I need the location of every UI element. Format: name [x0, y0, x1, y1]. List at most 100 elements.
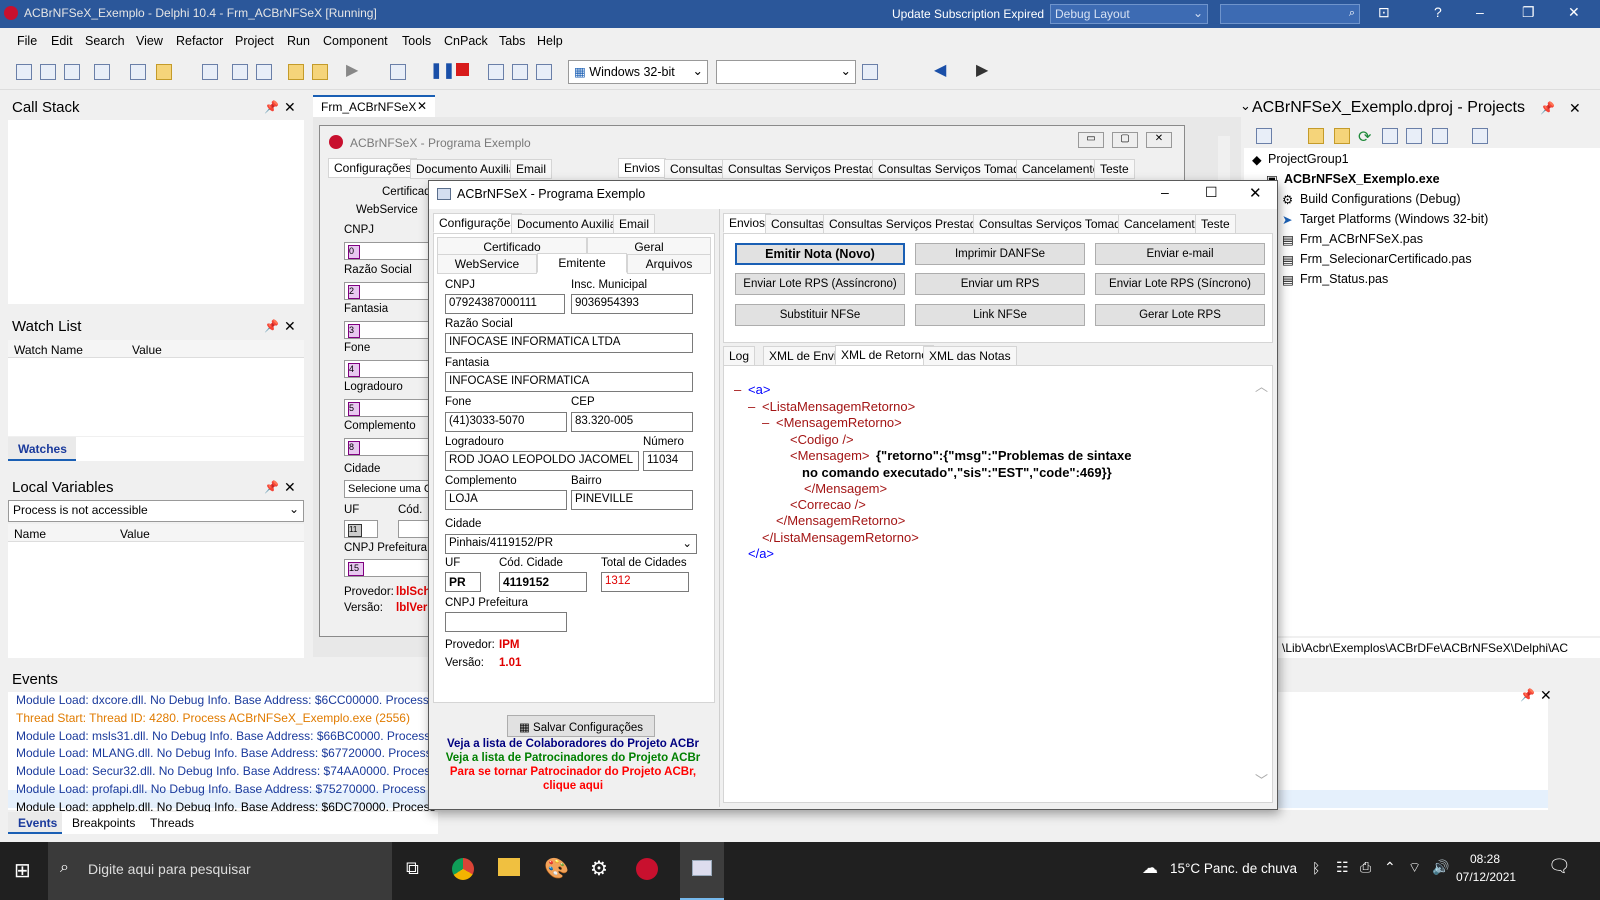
- chrome-icon[interactable]: [452, 858, 474, 880]
- wifi-icon[interactable]: ⌔: [1408, 859, 1421, 877]
- save-config-button[interactable]: ▦ Salvar Configurações: [507, 715, 655, 737]
- designer-tab-prestados[interactable]: Consultas Serviços Prestados: [722, 159, 895, 179]
- new-form-icon[interactable]: [130, 64, 146, 80]
- tab-configuracoes[interactable]: Configurações: [433, 213, 523, 233]
- printer-icon[interactable]: ⎙: [1360, 859, 1371, 876]
- menu-edit[interactable]: Edit: [51, 34, 73, 48]
- designer-fone-edit[interactable]: 4: [344, 360, 434, 378]
- close-icon[interactable]: ✕: [1569, 100, 1581, 117]
- step-over-icon[interactable]: [512, 64, 528, 80]
- close-icon[interactable]: ✕: [284, 318, 296, 335]
- ide-insight-icon[interactable]: ⊡: [1378, 4, 1390, 21]
- menu-run[interactable]: Run: [287, 34, 310, 48]
- menu-view[interactable]: View: [136, 34, 163, 48]
- cnpj-field[interactable]: 07924387000111: [445, 294, 565, 314]
- pin-icon[interactable]: 📌: [264, 100, 279, 114]
- uf-field[interactable]: PR: [445, 572, 481, 592]
- xml-retorno-viewer[interactable]: ︿ ﹀ – <a> – <ListaMensagemRetorno> – <Me…: [723, 365, 1273, 803]
- tab-consultas-prestados[interactable]: Consultas Serviços Prestados: [823, 214, 996, 234]
- enviar-um-rps-button[interactable]: Enviar um RPS: [915, 273, 1085, 295]
- volume-icon[interactable]: 🔊: [1432, 859, 1449, 876]
- col-watch-name[interactable]: Watch Name: [14, 343, 83, 357]
- link-nfse-button[interactable]: Link NFSe: [915, 304, 1085, 326]
- designer-uf-edit[interactable]: 11: [344, 520, 378, 538]
- new-icon[interactable]: [16, 64, 32, 80]
- tree-item-build-config[interactable]: Build Configurations (Debug): [1300, 192, 1461, 206]
- project-exe[interactable]: ACBrNFSeX_Exemplo.exe: [1284, 172, 1440, 186]
- menu-project[interactable]: Project: [235, 34, 274, 48]
- back-icon[interactable]: ◀: [934, 60, 946, 80]
- designer-cnpj-edit[interactable]: 0: [344, 242, 434, 260]
- compile-icon[interactable]: [256, 64, 272, 80]
- link-colaboradores[interactable]: Veja a lista de Colaboradores do Projeto…: [433, 737, 713, 751]
- chevron-up-icon[interactable]: ⌃: [1384, 859, 1396, 876]
- tree-item-frm-acbrnfsex[interactable]: Frm_ACBrNFSeX.pas: [1300, 232, 1423, 246]
- pin-icon[interactable]: 📌: [1540, 101, 1555, 115]
- link-clique-aqui[interactable]: clique aqui: [433, 779, 713, 793]
- cidade-select[interactable]: Pinhais/4119152/PR ⌄: [445, 534, 697, 554]
- menu-refactor[interactable]: Refactor: [176, 34, 223, 48]
- scroll-down-icon[interactable]: ﹀: [1255, 770, 1268, 789]
- scroll-up-icon[interactable]: ︿: [1255, 376, 1268, 395]
- numero-field[interactable]: 11034: [643, 451, 693, 471]
- menu-search[interactable]: Search: [85, 34, 125, 48]
- designer-cnpj-pref-edit[interactable]: 15: [344, 559, 434, 577]
- total-cidades-field[interactable]: 1312: [601, 572, 689, 592]
- substituir-nfse-button[interactable]: Substituir NFSe: [735, 304, 905, 326]
- pin-icon[interactable]: 📌: [264, 480, 279, 494]
- taskbar-search[interactable]: ⌕ Digite aqui para pesquisar: [48, 842, 392, 900]
- device-icon[interactable]: [862, 64, 878, 80]
- designer-cidade-combo[interactable]: Selecione uma Cid: [344, 480, 434, 498]
- designer-tab-tomados[interactable]: Consultas Serviços Tomados: [872, 159, 1039, 179]
- add-new-icon[interactable]: [1308, 128, 1324, 144]
- save-icon[interactable]: [202, 64, 218, 80]
- pin-icon[interactable]: 📌: [1520, 688, 1535, 702]
- update-notice[interactable]: Update Subscription Expired: [892, 7, 1044, 21]
- tab-breakpoints[interactable]: Breakpoints: [72, 816, 135, 830]
- add-file-icon[interactable]: [288, 64, 304, 80]
- tree-item-frm-status[interactable]: Frm_Status.pas: [1300, 272, 1388, 286]
- task-view-icon[interactable]: ⧉: [406, 858, 419, 879]
- menu-help[interactable]: Help: [537, 34, 563, 48]
- event-line[interactable]: Module Load: dxcore.dll. No Debug Info. …: [16, 693, 436, 707]
- save-project-icon[interactable]: [232, 64, 248, 80]
- close-icon[interactable]: ✕: [1568, 4, 1580, 21]
- tab-events[interactable]: Events: [18, 816, 57, 830]
- menu-file[interactable]: File: [17, 34, 37, 48]
- help-icon[interactable]: ?: [1434, 4, 1442, 20]
- project-group[interactable]: ProjectGroup1: [1268, 152, 1349, 166]
- editor-tab[interactable]: Frm_ACBrNFSeX ✕: [313, 95, 435, 117]
- designer-fantasia-edit[interactable]: 3: [344, 321, 434, 339]
- bluetooth-icon[interactable]: ᛒ: [1312, 860, 1320, 876]
- open-icon[interactable]: [40, 64, 56, 80]
- menu-cnpack[interactable]: CnPack: [444, 34, 488, 48]
- designer-subtab-ws[interactable]: WebService: [356, 204, 418, 216]
- sync-icon[interactable]: [1382, 128, 1398, 144]
- menu-tabs[interactable]: Tabs: [499, 34, 525, 48]
- bairro-field[interactable]: PINEVILLE: [571, 490, 693, 510]
- imprimir-danfse-button[interactable]: Imprimir DANFSe: [915, 243, 1085, 265]
- tab-email[interactable]: Email: [613, 214, 656, 234]
- delphi-icon[interactable]: [636, 858, 658, 880]
- event-line[interactable]: Module Load: profapi.dll. No Debug Info.…: [16, 782, 436, 796]
- network-icon[interactable]: ☷: [1336, 859, 1349, 876]
- minimize-icon[interactable]: –: [1476, 4, 1484, 20]
- config-select[interactable]: ⌄: [716, 60, 856, 84]
- col-value[interactable]: Value: [120, 527, 150, 541]
- paint-icon[interactable]: 🎨: [544, 856, 569, 881]
- designer-tab-doc[interactable]: Documento Auxiliar: [410, 159, 526, 179]
- tab-watches[interactable]: Watches: [18, 442, 67, 456]
- col-watch-value[interactable]: Value: [132, 343, 162, 357]
- minimize-icon[interactable]: ▭: [1078, 132, 1104, 148]
- event-line[interactable]: Module Load: Secur32.dll. No Debug Info.…: [16, 764, 436, 778]
- designer-razao-edit[interactable]: 2: [344, 282, 434, 300]
- cep-field[interactable]: 83.320-005: [571, 412, 693, 432]
- enviar-email-button[interactable]: Enviar e-mail: [1095, 243, 1265, 265]
- tab-documento-auxiliar[interactable]: Documento Auxiliar: [511, 214, 627, 234]
- trace-into-icon[interactable]: [488, 64, 504, 80]
- menu-component[interactable]: Component: [323, 34, 388, 48]
- tab-xml-retorno[interactable]: XML de Retorno: [835, 345, 934, 365]
- tab-consultas[interactable]: Consultas: [765, 214, 831, 234]
- logradouro-field[interactable]: ROD JOAO LEOPOLDO JACOMEL: [445, 451, 639, 471]
- weather-text[interactable]: 15°C Panc. de chuva: [1170, 861, 1297, 876]
